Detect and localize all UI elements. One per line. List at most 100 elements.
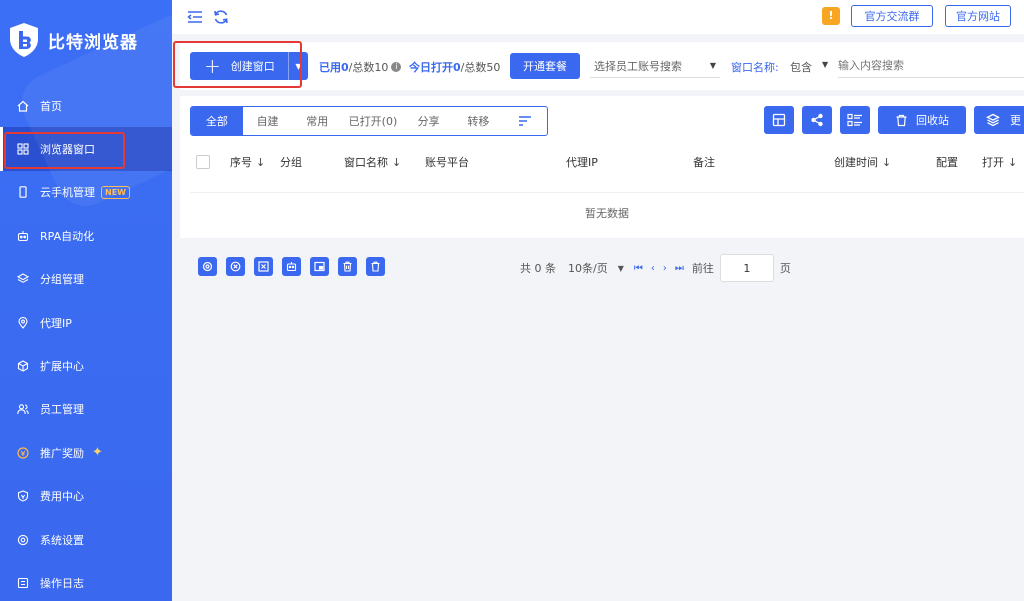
collapse-menu-icon[interactable]	[186, 8, 204, 26]
more-button[interactable]: 更	[974, 106, 1024, 134]
tab-frequent[interactable]: 常用	[292, 107, 342, 135]
refresh-icon[interactable]	[212, 8, 230, 26]
chevron-down-icon[interactable]: ▼	[822, 60, 828, 69]
sidebar-nav: 首页 浏览器窗口 云手机管理 NEW RPA自动化 分组管理 代理IP 扩展中心…	[0, 84, 172, 601]
app-name: 比特浏览器	[48, 32, 138, 53]
col-seq[interactable]: 序号 ↓	[230, 144, 265, 180]
col-proxy: 代理IP	[566, 156, 598, 169]
page-number-input[interactable]: 1	[719, 254, 774, 282]
community-button[interactable]: 官方交流群	[851, 5, 933, 27]
search-input[interactable]	[838, 54, 1024, 78]
sidebar-item-label: 首页	[40, 99, 62, 113]
sort-down-icon: ↓	[256, 155, 266, 169]
shield-icon	[16, 489, 30, 503]
gear-icon[interactable]	[198, 257, 217, 276]
create-window-label: 创建窗口	[230, 60, 275, 73]
sidebar-item-proxy[interactable]: 代理IP	[0, 301, 172, 344]
share-button[interactable]	[802, 106, 832, 134]
prev-page-icon[interactable]: ‹	[651, 263, 655, 274]
close-square-icon[interactable]	[254, 257, 273, 276]
info-icon[interactable]: i	[391, 62, 402, 72]
tab-all[interactable]: 全部	[191, 107, 243, 135]
sidebar-item-label: RPA自动化	[40, 229, 95, 243]
layout-toggle-button[interactable]	[764, 106, 794, 134]
page-suffix: 页	[779, 262, 791, 275]
used-value: 0	[341, 60, 349, 74]
bulk-actions	[198, 257, 385, 276]
robot-icon[interactable]	[282, 257, 301, 276]
delete-icon[interactable]	[366, 257, 385, 276]
gear-icon	[16, 533, 30, 547]
create-window-button[interactable]: + 创建窗口 ▼	[190, 52, 308, 80]
sidebar-item-label: 代理IP	[40, 316, 72, 330]
filter-operator-select[interactable]: 包含	[790, 59, 812, 75]
grid-icon	[16, 142, 30, 156]
col-remark: 备注	[693, 156, 715, 169]
page-size-select[interactable]: 10条/页	[568, 260, 608, 276]
sidebar-item-label: 员工管理	[40, 403, 84, 417]
sidebar-item-label: 费用中心	[40, 490, 84, 504]
sidebar-item-rpa[interactable]: RPA自动化	[0, 214, 172, 257]
col-platform: 账号平台	[425, 156, 469, 169]
tab-transferred[interactable]: 转移	[454, 107, 504, 135]
total-count: 共 0 条	[520, 262, 556, 275]
sidebar-item-settings[interactable]: 系统设置	[0, 518, 172, 561]
tab-opened[interactable]: 已打开(0)	[342, 107, 404, 135]
close-circle-icon[interactable]	[226, 257, 245, 276]
list-view-button[interactable]	[840, 106, 870, 134]
sidebar-item-logs[interactable]: 操作日志	[0, 561, 172, 601]
chevron-down-icon: ▼	[709, 61, 716, 70]
staff-account-select[interactable]: 选择员工账号搜索 ▼	[590, 54, 720, 78]
recycle-bin-button[interactable]: 回收站	[878, 106, 966, 134]
col-config: 配置	[936, 156, 958, 169]
col-window-name[interactable]: 窗口名称 ↓	[344, 144, 401, 180]
app-logo: 比特浏览器	[8, 22, 138, 58]
sidebar-item-rewards[interactable]: 推广奖励 ✦	[0, 431, 172, 474]
create-dropdown-caret-icon[interactable]: ▼	[288, 52, 308, 80]
sidebar-item-home[interactable]: 首页	[0, 84, 172, 127]
window-icon[interactable]	[310, 257, 329, 276]
usage-counter: 已用 0/总数10 i	[319, 59, 402, 75]
sidebar-item-billing[interactable]: 费用中心	[0, 475, 172, 518]
tab-self-created[interactable]: 自建	[243, 107, 293, 135]
today-value: 0	[453, 60, 461, 74]
location-icon	[16, 316, 30, 330]
col-created[interactable]: 创建时间 ↓	[834, 144, 891, 180]
layers-icon	[16, 272, 30, 286]
home-icon	[16, 99, 30, 113]
notice-badge[interactable]: !	[822, 7, 840, 25]
col-seq-label: 序号	[230, 156, 252, 169]
logo-shield-icon	[10, 23, 38, 57]
log-icon	[16, 576, 30, 590]
recycle-bin-label: 回收站	[916, 114, 949, 127]
sidebar: 比特浏览器 首页 浏览器窗口 云手机管理 NEW RPA自动化 分组管理 代理I…	[0, 0, 172, 601]
select-all-checkbox[interactable]	[196, 155, 210, 169]
next-page-icon[interactable]: ›	[663, 263, 667, 274]
phone-icon	[16, 185, 30, 199]
sort-icon[interactable]	[503, 107, 547, 135]
sidebar-item-browser-window[interactable]: 浏览器窗口	[0, 127, 172, 172]
top-bar: ! 官方交流群 官方网站	[172, 0, 1024, 34]
sidebar-item-label: 分组管理	[40, 273, 84, 287]
chevron-down-icon[interactable]: ▼	[618, 264, 624, 273]
used-label: 已用	[319, 61, 341, 74]
website-button[interactable]: 官方网站	[945, 5, 1011, 27]
last-page-icon[interactable]: ⏭	[675, 263, 684, 274]
pagination: 共 0 条 10条/页 ▼ ⏮ ‹ › ⏭ 前往 1 页	[520, 254, 791, 282]
reward-icon	[16, 446, 30, 460]
tab-shared[interactable]: 分享	[404, 107, 454, 135]
first-page-icon[interactable]: ⏮	[634, 263, 643, 274]
sidebar-item-cloud-phone[interactable]: 云手机管理 NEW	[0, 171, 172, 214]
plus-icon: +	[204, 54, 221, 78]
toolbar: + 创建窗口 ▼ 已用 0/总数10 i 今日打开 0/总数50 开通套餐 选择员工…	[180, 42, 1024, 90]
sidebar-item-extensions[interactable]: 扩展中心	[0, 344, 172, 387]
open-plan-button[interactable]: 开通套餐	[510, 53, 580, 79]
sidebar-item-groups[interactable]: 分组管理	[0, 258, 172, 301]
filter-field-label: 窗口名称:	[731, 61, 779, 74]
sidebar-item-label: 操作日志	[40, 576, 84, 590]
trash-icon[interactable]	[338, 257, 357, 276]
more-label: 更	[1010, 114, 1021, 127]
sidebar-item-staff[interactable]: 员工管理	[0, 388, 172, 431]
col-open[interactable]: 打开 ↓	[982, 144, 1017, 180]
col-name-label: 窗口名称	[344, 156, 388, 169]
